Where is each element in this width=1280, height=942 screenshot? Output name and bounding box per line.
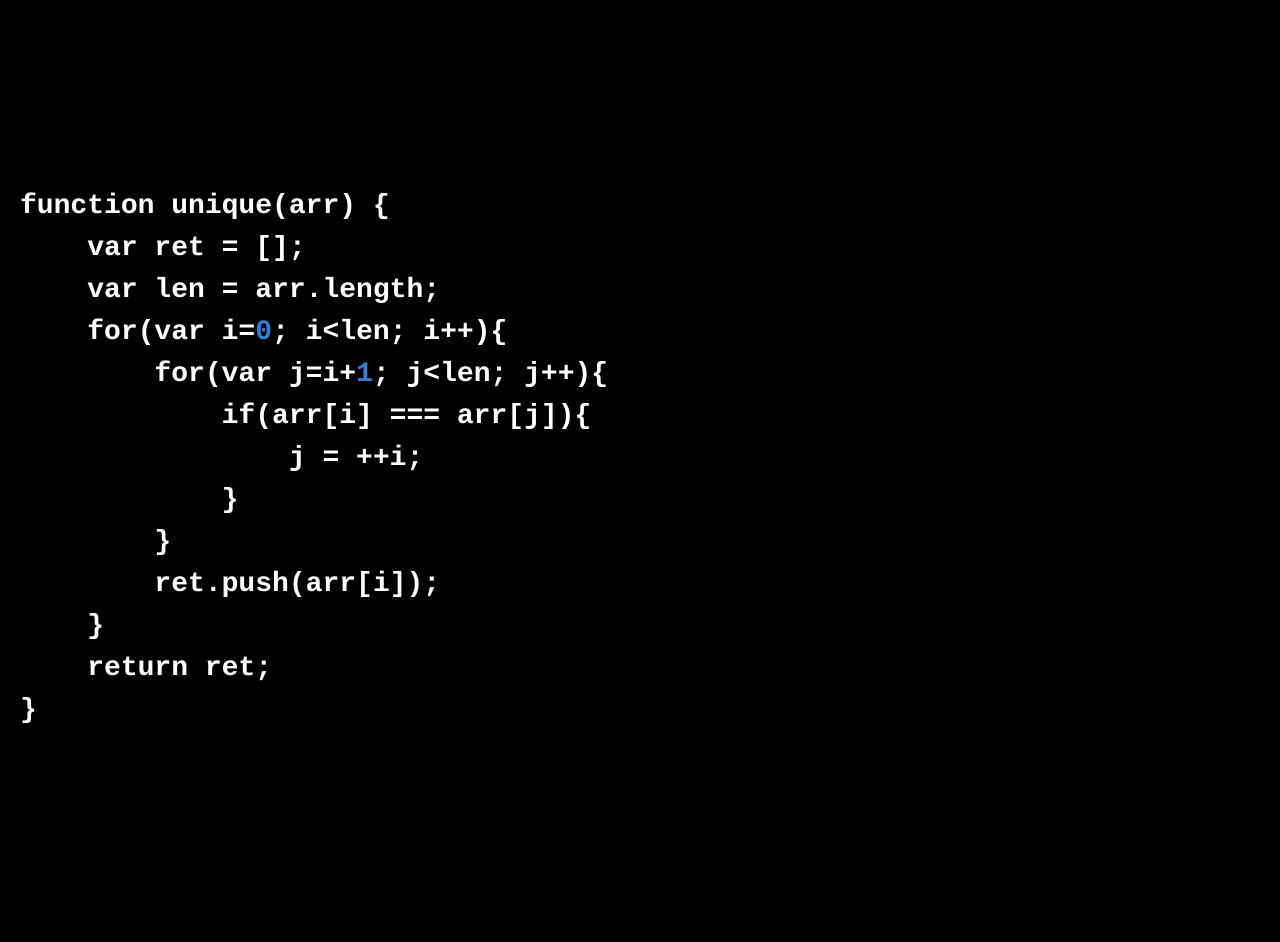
code-line-6: if(arr[i] === arr[j]){ <box>20 396 1260 438</box>
code-line-2: var ret = []; <box>20 228 1260 270</box>
code-segment: for(var i= <box>20 317 255 348</box>
code-segment: for(var j=i+ <box>20 359 356 390</box>
code-line-10: ret.push(arr[i]); <box>20 564 1260 606</box>
code-line-4: for(var i=0; i<len; i++){ <box>20 312 1260 354</box>
code-line-13: } <box>20 690 1260 732</box>
code-block: function unique(arr) { var ret = []; var… <box>20 186 1260 732</box>
code-line-11: } <box>20 606 1260 648</box>
code-line-7: j = ++i; <box>20 438 1260 480</box>
code-line-3: var len = arr.length; <box>20 270 1260 312</box>
number-literal: 1 <box>356 359 373 390</box>
code-line-5: for(var j=i+1; j<len; j++){ <box>20 354 1260 396</box>
code-line-12: return ret; <box>20 648 1260 690</box>
code-segment: ; j<len; j++){ <box>373 359 608 390</box>
code-segment: ; i<len; i++){ <box>272 317 507 348</box>
code-line-8: } <box>20 480 1260 522</box>
number-literal: 0 <box>255 317 272 348</box>
code-line-9: } <box>20 522 1260 564</box>
code-line-1: function unique(arr) { <box>20 186 1260 228</box>
